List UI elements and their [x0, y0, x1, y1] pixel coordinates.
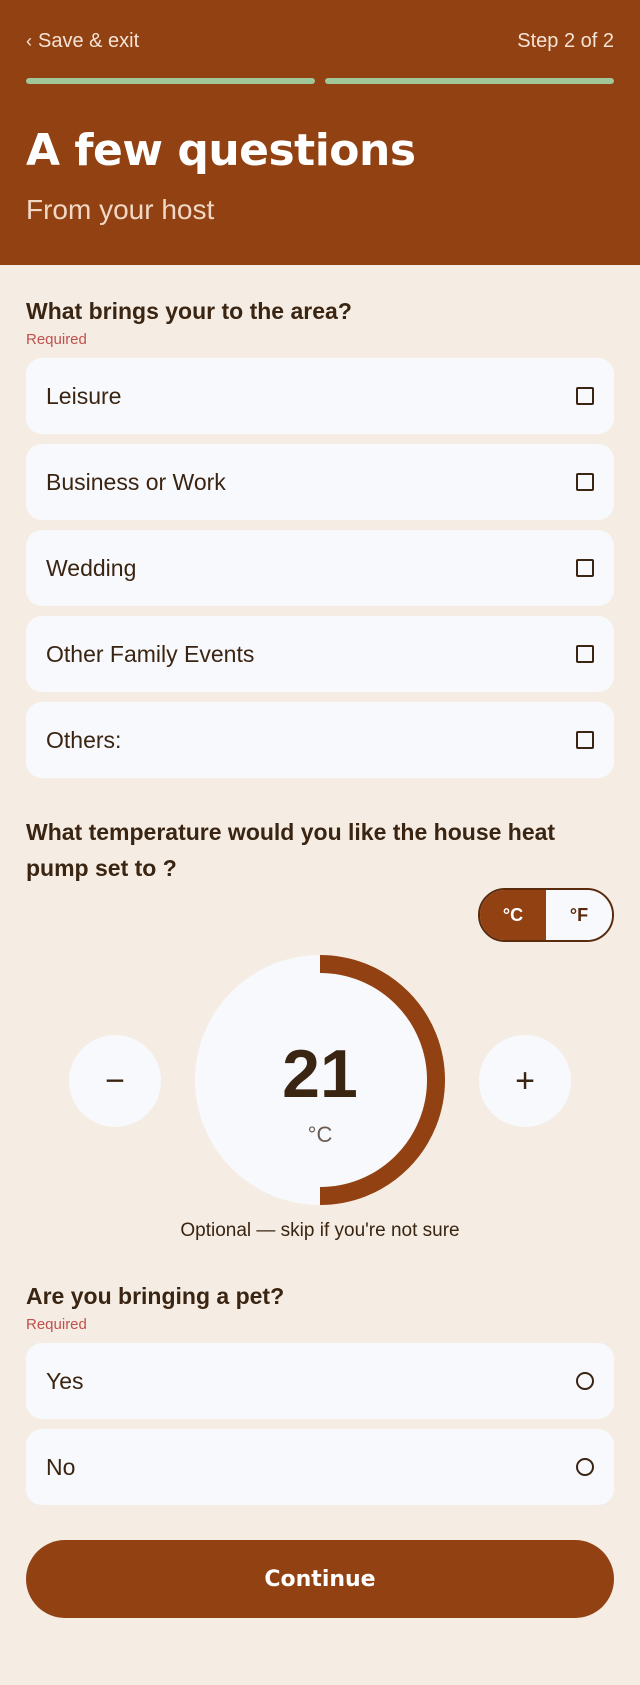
unit-toggle[interactable]: °C °F	[478, 888, 614, 942]
radio-icon[interactable]	[576, 1458, 594, 1476]
question-title: Are you bringing a pet?	[26, 1283, 285, 1309]
option-label: No	[46, 1453, 76, 1480]
option-wedding[interactable]: Wedding	[26, 530, 614, 606]
radio-icon[interactable]	[576, 1372, 594, 1390]
checkbox-icon[interactable]	[576, 645, 594, 663]
option-others[interactable]: Others:	[26, 702, 614, 778]
top-bar: ‹ Save & exit Step 2 of 2	[26, 0, 614, 82]
question-temperature: What temperature would you like the hous…	[0, 814, 640, 886]
page-title: A few questions	[26, 125, 416, 176]
required-label: Required	[26, 331, 87, 348]
question-pet: Are you bringing a pet? Required Yes No	[0, 1278, 640, 1505]
progress-segment	[26, 78, 315, 84]
checkbox-icon[interactable]	[576, 731, 594, 749]
option-yes[interactable]: Yes	[26, 1343, 614, 1419]
required-label: Required	[26, 1316, 87, 1333]
optional-note: Optional — skip if you're not sure	[180, 1220, 460, 1241]
temperature-value: 21	[282, 1036, 358, 1112]
checkbox-icon[interactable]	[576, 559, 594, 577]
option-label: Other Family Events	[46, 640, 255, 667]
option-label: Others:	[46, 726, 122, 753]
option-label: Yes	[46, 1367, 84, 1394]
option-other-family-events[interactable]: Other Family Events	[26, 616, 614, 692]
checkbox-icon[interactable]	[576, 473, 594, 491]
option-label: Leisure	[46, 382, 122, 409]
save-exit-label: Save & exit	[38, 30, 140, 52]
chevron-left-icon: ‹	[26, 31, 32, 51]
unit-celsius-button[interactable]: °C	[480, 890, 546, 940]
save-exit-button[interactable]: ‹ Save & exit	[26, 31, 139, 51]
step-indicator: Step 2 of 2	[517, 30, 614, 52]
temperature-unit: °C	[307, 1122, 333, 1147]
option-no[interactable]: No	[26, 1429, 614, 1505]
question-title: What temperature would you like the hous…	[26, 819, 556, 881]
header: ‹ Save & exit Step 2 of 2 A few question…	[0, 0, 640, 265]
question-title: What brings your to the area?	[26, 298, 352, 324]
option-leisure[interactable]: Leisure	[26, 358, 614, 434]
checkbox-icon[interactable]	[576, 387, 594, 405]
continue-button[interactable]: Continue	[26, 1540, 614, 1618]
unit-fahrenheit-button[interactable]: °F	[546, 890, 612, 940]
progress-bar	[26, 78, 614, 84]
decrease-temperature-button[interactable]: −	[69, 1035, 161, 1127]
page-subtitle: From your host	[26, 194, 215, 225]
temperature-control: − 21 °C +	[0, 955, 640, 1205]
increase-temperature-button[interactable]: +	[479, 1035, 571, 1127]
option-label: Wedding	[46, 554, 137, 581]
progress-segment	[325, 78, 614, 84]
question-purpose: What brings your to the area? Required L…	[0, 265, 640, 778]
option-business[interactable]: Business or Work	[26, 444, 614, 520]
option-label: Business or Work	[46, 468, 226, 495]
